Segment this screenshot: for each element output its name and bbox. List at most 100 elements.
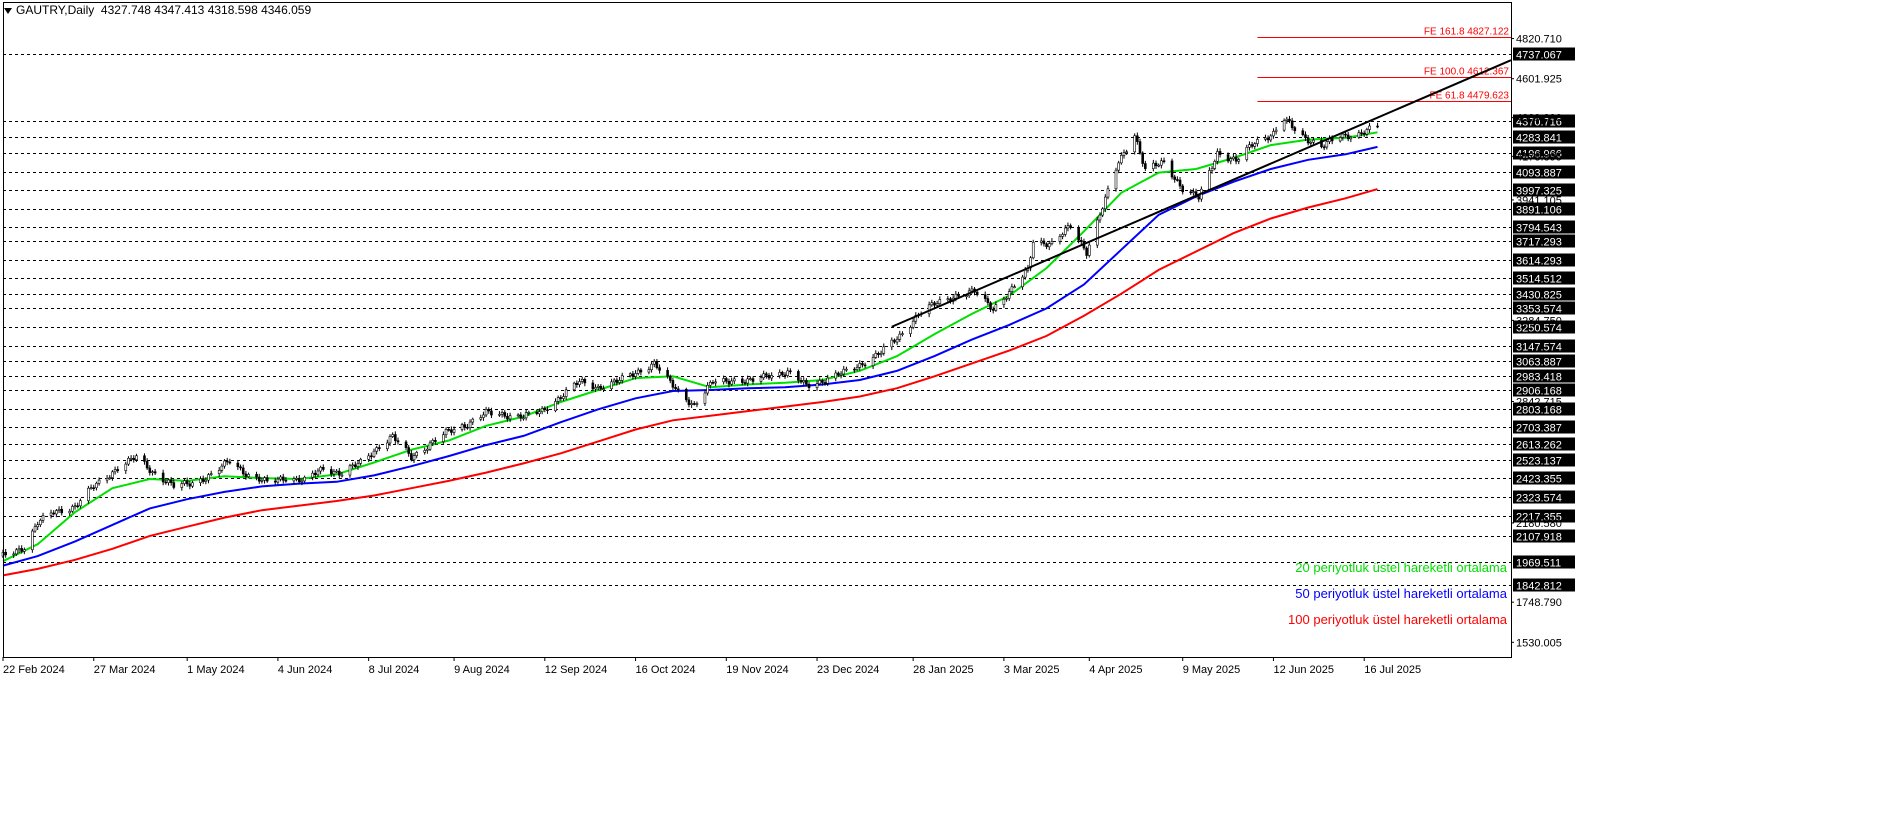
candle-body — [281, 476, 285, 481]
candle-body — [404, 441, 408, 448]
candle-body — [191, 482, 194, 487]
candle-body — [313, 472, 317, 476]
candle-body — [172, 482, 176, 488]
candle-body — [145, 461, 149, 469]
candle-body — [874, 353, 878, 358]
legend-entry-ema100: 100 periyotluk üstel hareketli ortalama — [1288, 612, 1508, 627]
candle-body — [127, 458, 130, 465]
time-tick-label: 3 Mar 2025 — [1004, 664, 1060, 676]
candle-body — [1141, 152, 1144, 164]
trendline[interactable] — [891, 59, 1512, 328]
candle-body — [911, 320, 915, 328]
time-axis: 22 Feb 2024 27 Mar 2024 1 May 2024 4 Jun 20… — [2, 657, 1421, 676]
level-label: 1969.511 — [1516, 558, 1561, 570]
candle-body — [452, 429, 456, 433]
candle-body — [991, 309, 995, 311]
candle-body — [303, 476, 306, 482]
candle-body — [749, 378, 752, 380]
candle-body — [596, 385, 600, 388]
candle-body — [113, 469, 117, 473]
time-tick-label: 19 Nov 2024 — [726, 664, 788, 676]
fibo-label: FE 61.8 4479.623 — [1429, 91, 1509, 102]
candle-body — [770, 375, 773, 379]
candle-body — [332, 471, 336, 475]
candle-body — [49, 512, 53, 516]
candle-body — [225, 460, 229, 463]
time-tick-label: 27 Mar 2024 — [94, 664, 156, 676]
candle-body — [460, 424, 464, 430]
candle-body — [1087, 244, 1091, 256]
candle-body — [1144, 163, 1147, 169]
candle-body — [522, 417, 525, 420]
candle-body — [236, 462, 240, 468]
candle-body — [410, 453, 413, 461]
candle-body — [337, 470, 341, 476]
candle-body — [4, 551, 7, 556]
candle-body — [500, 412, 504, 415]
candle-body — [690, 403, 693, 406]
candle-body — [87, 487, 90, 501]
candle-body — [1002, 298, 1006, 305]
candle-body — [1031, 242, 1035, 259]
collapse-arrow-icon[interactable] — [4, 7, 12, 14]
level-label: 3514.512 — [1516, 274, 1562, 286]
candle-body — [1047, 243, 1051, 248]
candle-body — [842, 368, 846, 375]
candle-body — [898, 333, 902, 340]
price-chart[interactable]: FE 161.8 4827.122 FE 100.0 4612.367 FE 61.… — [0, 0, 1896, 820]
candle-body — [895, 338, 899, 343]
candle-body — [201, 478, 205, 482]
candle-body — [1085, 247, 1088, 256]
candle-body — [351, 464, 354, 467]
candle-body — [695, 403, 699, 405]
level-label: 3794.543 — [1516, 223, 1562, 235]
candle-body — [1232, 156, 1235, 160]
candle-body — [1272, 131, 1275, 137]
candle-body — [247, 474, 250, 477]
candle-body — [538, 411, 541, 415]
candle-body — [39, 519, 42, 526]
fibonacci-levels: FE 161.8 4827.122 FE 100.0 4612.367 FE 61.… — [1257, 27, 1511, 102]
candle-body — [265, 477, 269, 482]
candle-body — [260, 480, 264, 482]
ohlc-values: 4327.748 4347.413 4318.598 4346.059 — [100, 3, 312, 17]
candle-body — [423, 450, 427, 453]
candle-body — [295, 477, 298, 480]
candle-body — [620, 375, 624, 381]
candle-body — [444, 429, 448, 436]
candle-body — [1063, 227, 1067, 235]
price-tick-label: 2842.715 — [1516, 396, 1562, 408]
candle-body — [1357, 132, 1361, 138]
candle-body — [823, 382, 827, 384]
candle-body — [805, 380, 808, 385]
price-tick-label: 1748.790 — [1516, 597, 1562, 609]
candle-body — [540, 408, 544, 412]
candle-body — [396, 440, 400, 443]
candle-body — [167, 479, 170, 483]
candle-body — [297, 477, 301, 483]
level-label: 3147.574 — [1516, 342, 1562, 354]
candle-body — [508, 415, 512, 420]
candle-body — [666, 370, 669, 377]
candle-body — [71, 506, 74, 512]
candle-body — [1039, 240, 1043, 243]
candle-body — [185, 480, 189, 485]
candle-body — [634, 373, 637, 377]
candle-body — [148, 467, 152, 473]
candle-body — [311, 472, 314, 478]
candle-body — [111, 471, 114, 478]
candle-body — [241, 467, 245, 475]
candle-body — [652, 360, 656, 365]
candle-body — [415, 452, 418, 456]
candle-body — [426, 448, 429, 451]
price-tick-label: 4178.895 — [1516, 151, 1562, 163]
fibo-label: FE 161.8 4827.122 — [1424, 27, 1510, 38]
symbol-header[interactable]: GAUTRY,Daily 4327.748 4347.413 4318.598 … — [4, 3, 311, 17]
candle-body — [1197, 196, 1201, 200]
trendline-layer[interactable] — [891, 59, 1512, 328]
candle-body — [1106, 188, 1110, 198]
price-tick-label: 4601.925 — [1516, 74, 1562, 86]
candle-body — [1360, 132, 1363, 134]
time-tick-label: 1 May 2024 — [187, 664, 244, 676]
candle-body — [1117, 162, 1120, 171]
